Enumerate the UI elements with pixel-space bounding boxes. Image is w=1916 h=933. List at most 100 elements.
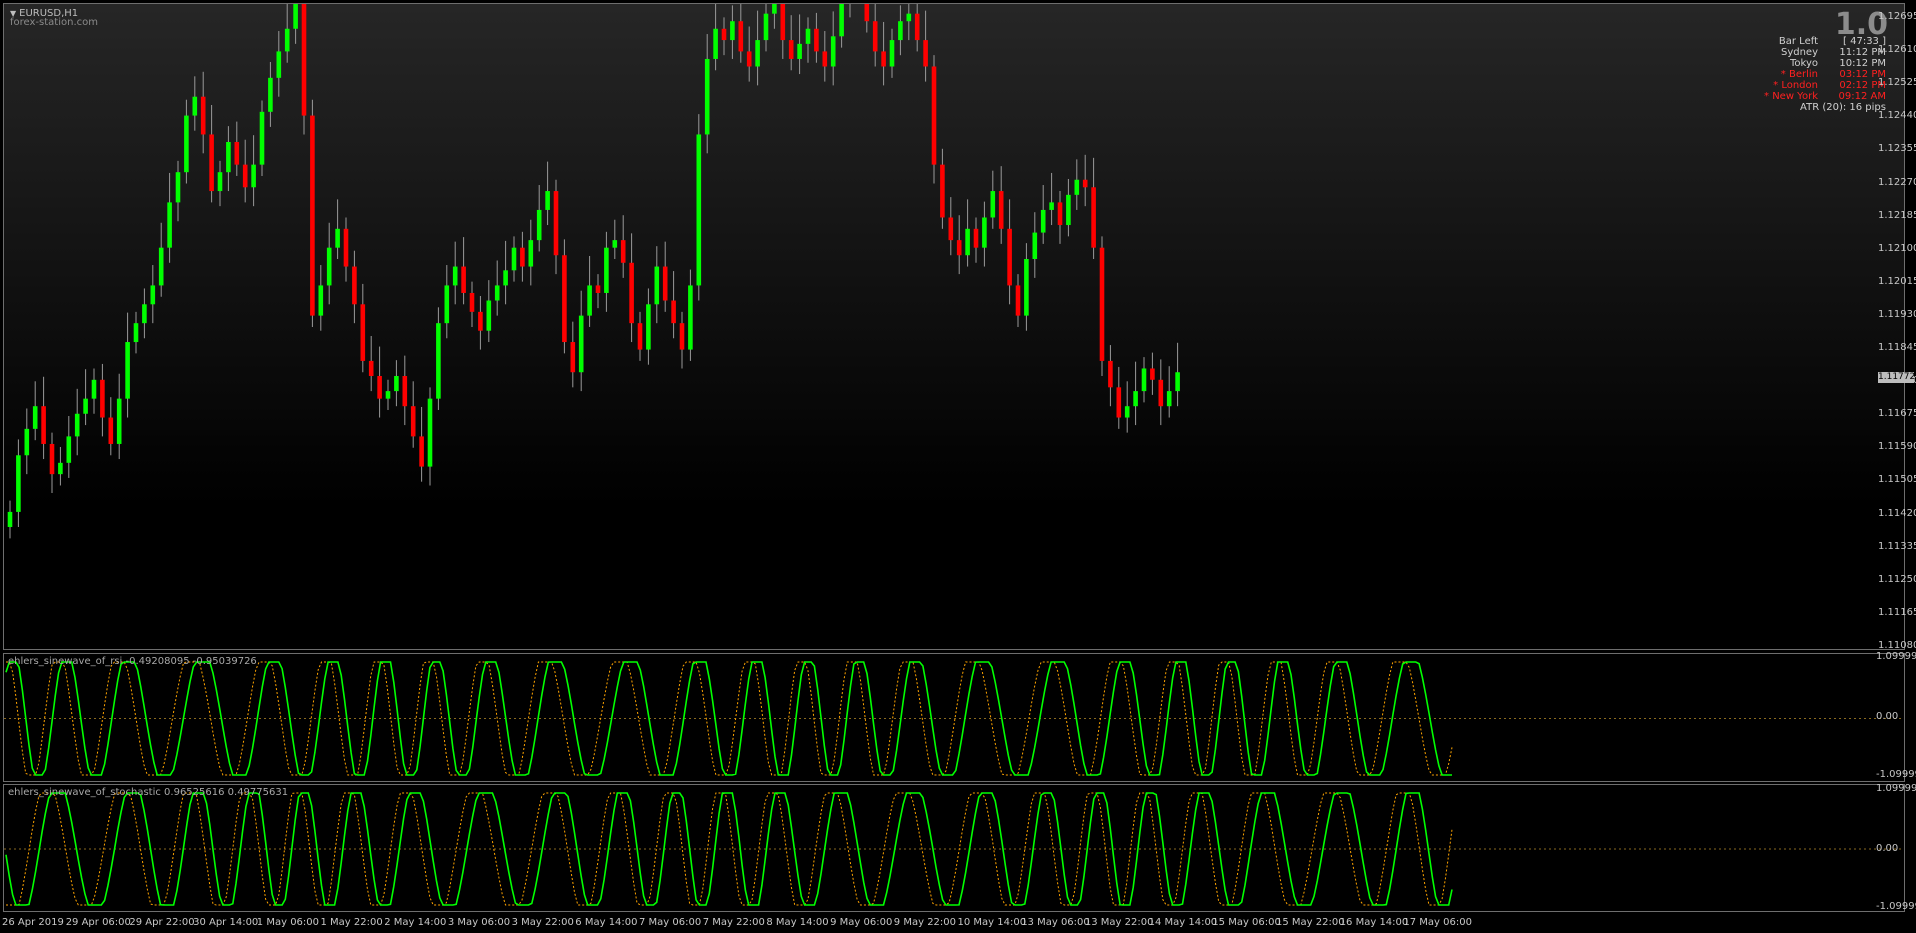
candle-bear — [721, 28, 727, 41]
time-axis-label: 1 May 06:00 — [256, 917, 320, 928]
candle-bull — [965, 228, 970, 256]
candle-bull — [1133, 391, 1138, 407]
candle-bull — [830, 36, 836, 67]
candlestick-chart — [7, 4, 1180, 539]
info-row: Tokyo 10:12 PM — [1748, 58, 1886, 69]
candle-bull — [184, 115, 189, 173]
candle-bear — [1082, 179, 1088, 188]
indicator-rsi-panel[interactable]: ehlers_sinewave_of_rsi -0.49208095 -0.95… — [3, 653, 1905, 782]
candle-bull — [755, 40, 760, 67]
ind1-axis-bottom: -1.099999 — [1876, 769, 1916, 780]
candle-bull — [486, 300, 492, 331]
info-row-value: 10:12 PM — [1839, 58, 1886, 69]
candle-bull — [587, 285, 592, 316]
session-info-box: Bar Left [ 47:33 ] Sydney 11:12 PM Tokyo 10:1… — [1748, 36, 1886, 113]
info-row-label: * New York — [1764, 91, 1818, 102]
candle-bull — [436, 323, 441, 399]
candle-bear — [931, 66, 937, 165]
price-axis-label: 1.11505 — [1878, 474, 1916, 486]
info-row-label: Sydney — [1780, 47, 1818, 58]
sinewave-rsi-plot — [4, 661, 1904, 776]
candle-bear — [780, 4, 786, 41]
price-axis-label: 1.12270 — [1878, 176, 1916, 188]
info-row: * New York 09:12 AM — [1748, 91, 1886, 102]
candle-bear — [108, 417, 114, 444]
info-row-label: Bar Left — [1778, 36, 1818, 47]
candle-bear — [402, 376, 408, 407]
candle-bear — [1116, 387, 1122, 418]
candle-bull — [394, 376, 399, 392]
price-axis-label: 1.11080 — [1878, 639, 1916, 651]
candle-bull — [1024, 259, 1029, 316]
candle-bear — [49, 443, 55, 475]
candle-bull — [990, 191, 996, 218]
candle-bear — [1091, 187, 1096, 248]
candle-bull — [797, 43, 802, 59]
candle-bear — [914, 13, 920, 41]
price-axis-label: 1.11675 — [1878, 408, 1916, 420]
candle-bull — [578, 315, 584, 373]
candle-bull — [142, 304, 147, 324]
info-row-value: [ 47:33 ] — [1843, 36, 1886, 47]
candle-bull — [452, 266, 458, 286]
candle-bull — [612, 240, 618, 248]
candle-bull — [83, 398, 88, 414]
candle-bull — [1124, 406, 1130, 418]
candle-bear — [788, 40, 794, 59]
time-axis-label: 15 May 06:00 — [1212, 917, 1281, 928]
info-row: Sydney 11:12 PM — [1748, 47, 1886, 58]
candle-bear — [948, 217, 954, 241]
candle-bear — [419, 436, 424, 467]
candle-bull — [646, 304, 651, 350]
candle-bear — [814, 28, 819, 52]
time-axis-label: 29 Apr 22:00 — [129, 917, 195, 928]
time-axis-label: 7 May 22:00 — [702, 917, 765, 928]
indicator-stochastic-panel[interactable]: ehlers_sinewave_of_stochastic 0.96525616… — [3, 784, 1905, 912]
candle-bear — [629, 262, 634, 324]
candle-bull — [1049, 202, 1054, 210]
candle-bull — [444, 285, 450, 324]
candle-bull — [604, 247, 609, 293]
price-axis-label: 1.11845 — [1878, 342, 1916, 353]
time-axis-label: 1 May 22:00 — [320, 917, 383, 928]
indicator-stochastic-label: ehlers_sinewave_of_stochastic 0.96525616… — [8, 787, 289, 798]
candle-bear — [1108, 360, 1113, 388]
ind1-axis-mid: 0.00 — [1876, 711, 1899, 722]
candle-bear — [998, 191, 1004, 229]
candle-bull — [24, 428, 30, 456]
info-row-value: 09:12 AM — [1838, 91, 1886, 102]
candle-bull — [116, 398, 122, 444]
price-axis-label: 1.12695 — [1878, 11, 1916, 22]
price-axis-label: 1.11335 — [1878, 540, 1916, 552]
info-row-value: 11:12 PM — [1839, 47, 1886, 58]
info-row-label: * London — [1773, 80, 1818, 91]
ind2-axis-top: 1.099999 — [1876, 783, 1916, 794]
candle-bear — [1057, 202, 1063, 226]
candle-bull — [74, 413, 80, 437]
candle-bear — [595, 285, 601, 293]
candle-bull — [511, 247, 517, 271]
time-axis-label: 30 Apr 14:00 — [193, 917, 259, 928]
candle-bull — [805, 28, 811, 44]
candle-bear — [679, 323, 685, 350]
candle-bear — [637, 323, 643, 350]
candle-bear — [940, 164, 945, 218]
candle-bull — [898, 21, 903, 41]
candle-bear — [662, 266, 668, 301]
price-chart-panel[interactable]: ▼ EURUSD,H1 forex-station.com 1.0 Bar Lef… — [3, 3, 1905, 650]
candle-bull — [1040, 209, 1046, 233]
info-row-value: 02:12 PM — [1839, 80, 1886, 91]
candle-bull — [1141, 368, 1147, 392]
candle-bull — [654, 266, 660, 305]
ind2-axis-mid: 0.00 — [1876, 843, 1899, 854]
candle-bull — [906, 13, 912, 22]
candle-bear — [1099, 247, 1105, 361]
candle-bull — [284, 28, 290, 52]
candle-bear — [738, 21, 744, 52]
candle-bull — [545, 191, 550, 210]
candle-bull — [32, 406, 38, 429]
candle-bear — [973, 228, 979, 248]
price-axis-label: 1.12100 — [1878, 242, 1916, 254]
info-row-label: * Berlin — [1780, 69, 1818, 80]
time-axis-label: 10 May 14:00 — [957, 917, 1027, 928]
